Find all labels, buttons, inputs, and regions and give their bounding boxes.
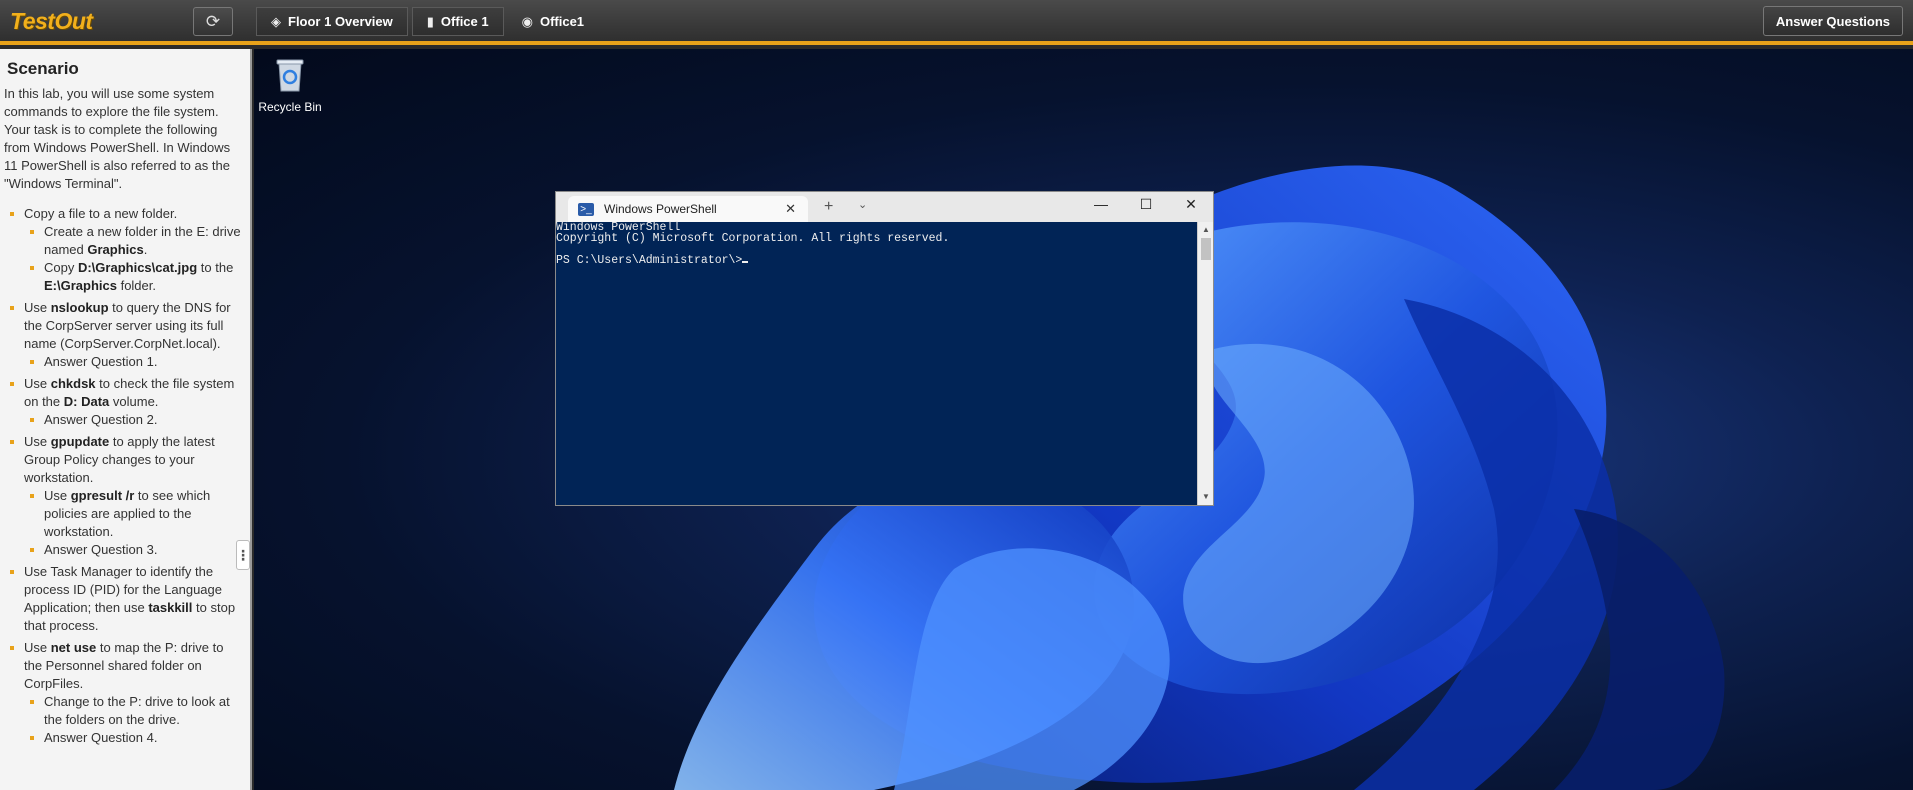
text-cursor [742, 261, 749, 263]
breadcrumb-floor-1-overview[interactable]: ◈ Floor 1 Overview [256, 7, 408, 36]
list-item: Answer Question 2. [24, 411, 242, 429]
list-item: Answer Question 1. [24, 353, 242, 371]
building-icon: ▮ [426, 13, 434, 29]
panel-resize-handle[interactable]: ⋮ [236, 540, 250, 570]
console-output[interactable]: Windows PowerShell Copyright (C) Microsof… [556, 222, 1197, 505]
recycle-bin[interactable]: Recycle Bin [258, 57, 322, 114]
breadcrumb-office1[interactable]: ◉ Office1 [508, 7, 598, 36]
recycle-bin-label: Recycle Bin [258, 100, 322, 114]
list-item: Use chkdsk to check the file system on t… [0, 375, 250, 429]
console-prompt[interactable]: PS C:\Users\Administrator\> [556, 255, 1197, 266]
list-item: Copy D:\Graphics\cat.jpg to the E:\Graph… [24, 259, 242, 295]
close-button[interactable]: ✕ [1176, 196, 1206, 218]
list-item: Answer Question 3. [24, 541, 242, 559]
tab-title: Windows PowerShell [604, 202, 717, 216]
list-item: Use Task Manager to identify the process… [0, 563, 250, 635]
answer-questions-button[interactable]: Answer Questions [1762, 6, 1903, 36]
scenario-title: Scenario [7, 59, 79, 78]
breadcrumb-label: Office1 [539, 14, 585, 29]
vertical-scrollbar[interactable]: ▲ ▼ [1197, 222, 1213, 505]
window-title-bar[interactable]: >_ Windows PowerShell ✕ + ⌄ — ☐ ✕ [556, 192, 1213, 222]
task-list: Copy a file to a new folder. Create a ne… [0, 205, 250, 747]
tab-close-icon[interactable]: ✕ [785, 201, 796, 217]
top-bar: TestOut ⟳ ◈ Floor 1 Overview ▮ Office 1 … [0, 0, 1913, 45]
list-item: Copy a file to a new folder. Create a ne… [0, 205, 250, 295]
powershell-window[interactable]: >_ Windows PowerShell ✕ + ⌄ — ☐ ✕ Window… [555, 191, 1214, 506]
list-item: Use nslookup to query the DNS for the Co… [0, 299, 250, 371]
scenario-panel: Scenario In this lab, you will use some … [0, 49, 252, 790]
list-item: Use gpresult /r to see which policies ar… [24, 487, 242, 541]
computer-icon: ◉ [521, 13, 533, 29]
tab-windows-powershell[interactable]: >_ Windows PowerShell ✕ [568, 196, 808, 222]
refresh-icon: ⟳ [205, 11, 221, 31]
list-item: Change to the P: drive to look at the fo… [24, 693, 242, 729]
scroll-down-icon[interactable]: ▼ [1198, 489, 1214, 505]
breadcrumb-label: Floor 1 Overview [288, 14, 393, 29]
list-item: Answer Question 4. [24, 729, 242, 747]
windows-desktop[interactable]: Recycle Bin >_ Windows PowerShell ✕ + ⌄ … [254, 49, 1913, 790]
chevron-down-icon[interactable]: ⌄ [858, 198, 867, 211]
recycle-bin-icon [276, 59, 304, 92]
new-tab-button[interactable]: + [824, 198, 833, 216]
powershell-icon: >_ [578, 202, 594, 216]
scenario-intro: In this lab, you will use some system co… [4, 86, 231, 191]
console-line: Copyright (C) Microsoft Corporation. All… [556, 232, 950, 245]
list-item: Use net use to map the P: drive to the P… [0, 639, 250, 747]
breadcrumb: ◈ Floor 1 Overview ▮ Office 1 ◉ Office1 [256, 7, 602, 36]
scroll-thumb[interactable] [1201, 238, 1211, 260]
minimize-button[interactable]: — [1086, 196, 1116, 218]
breadcrumb-label: Office 1 [440, 14, 489, 29]
maximize-button[interactable]: ☐ [1131, 196, 1161, 218]
layers-icon: ◈ [271, 13, 281, 29]
refresh-button[interactable]: ⟳ [193, 7, 233, 36]
testout-logo: TestOut [10, 8, 93, 34]
scroll-up-icon[interactable]: ▲ [1198, 222, 1214, 238]
list-item: Use gpupdate to apply the latest Group P… [0, 433, 250, 559]
breadcrumb-office-1[interactable]: ▮ Office 1 [411, 7, 504, 36]
list-item: Create a new folder in the E: drive name… [24, 223, 242, 259]
